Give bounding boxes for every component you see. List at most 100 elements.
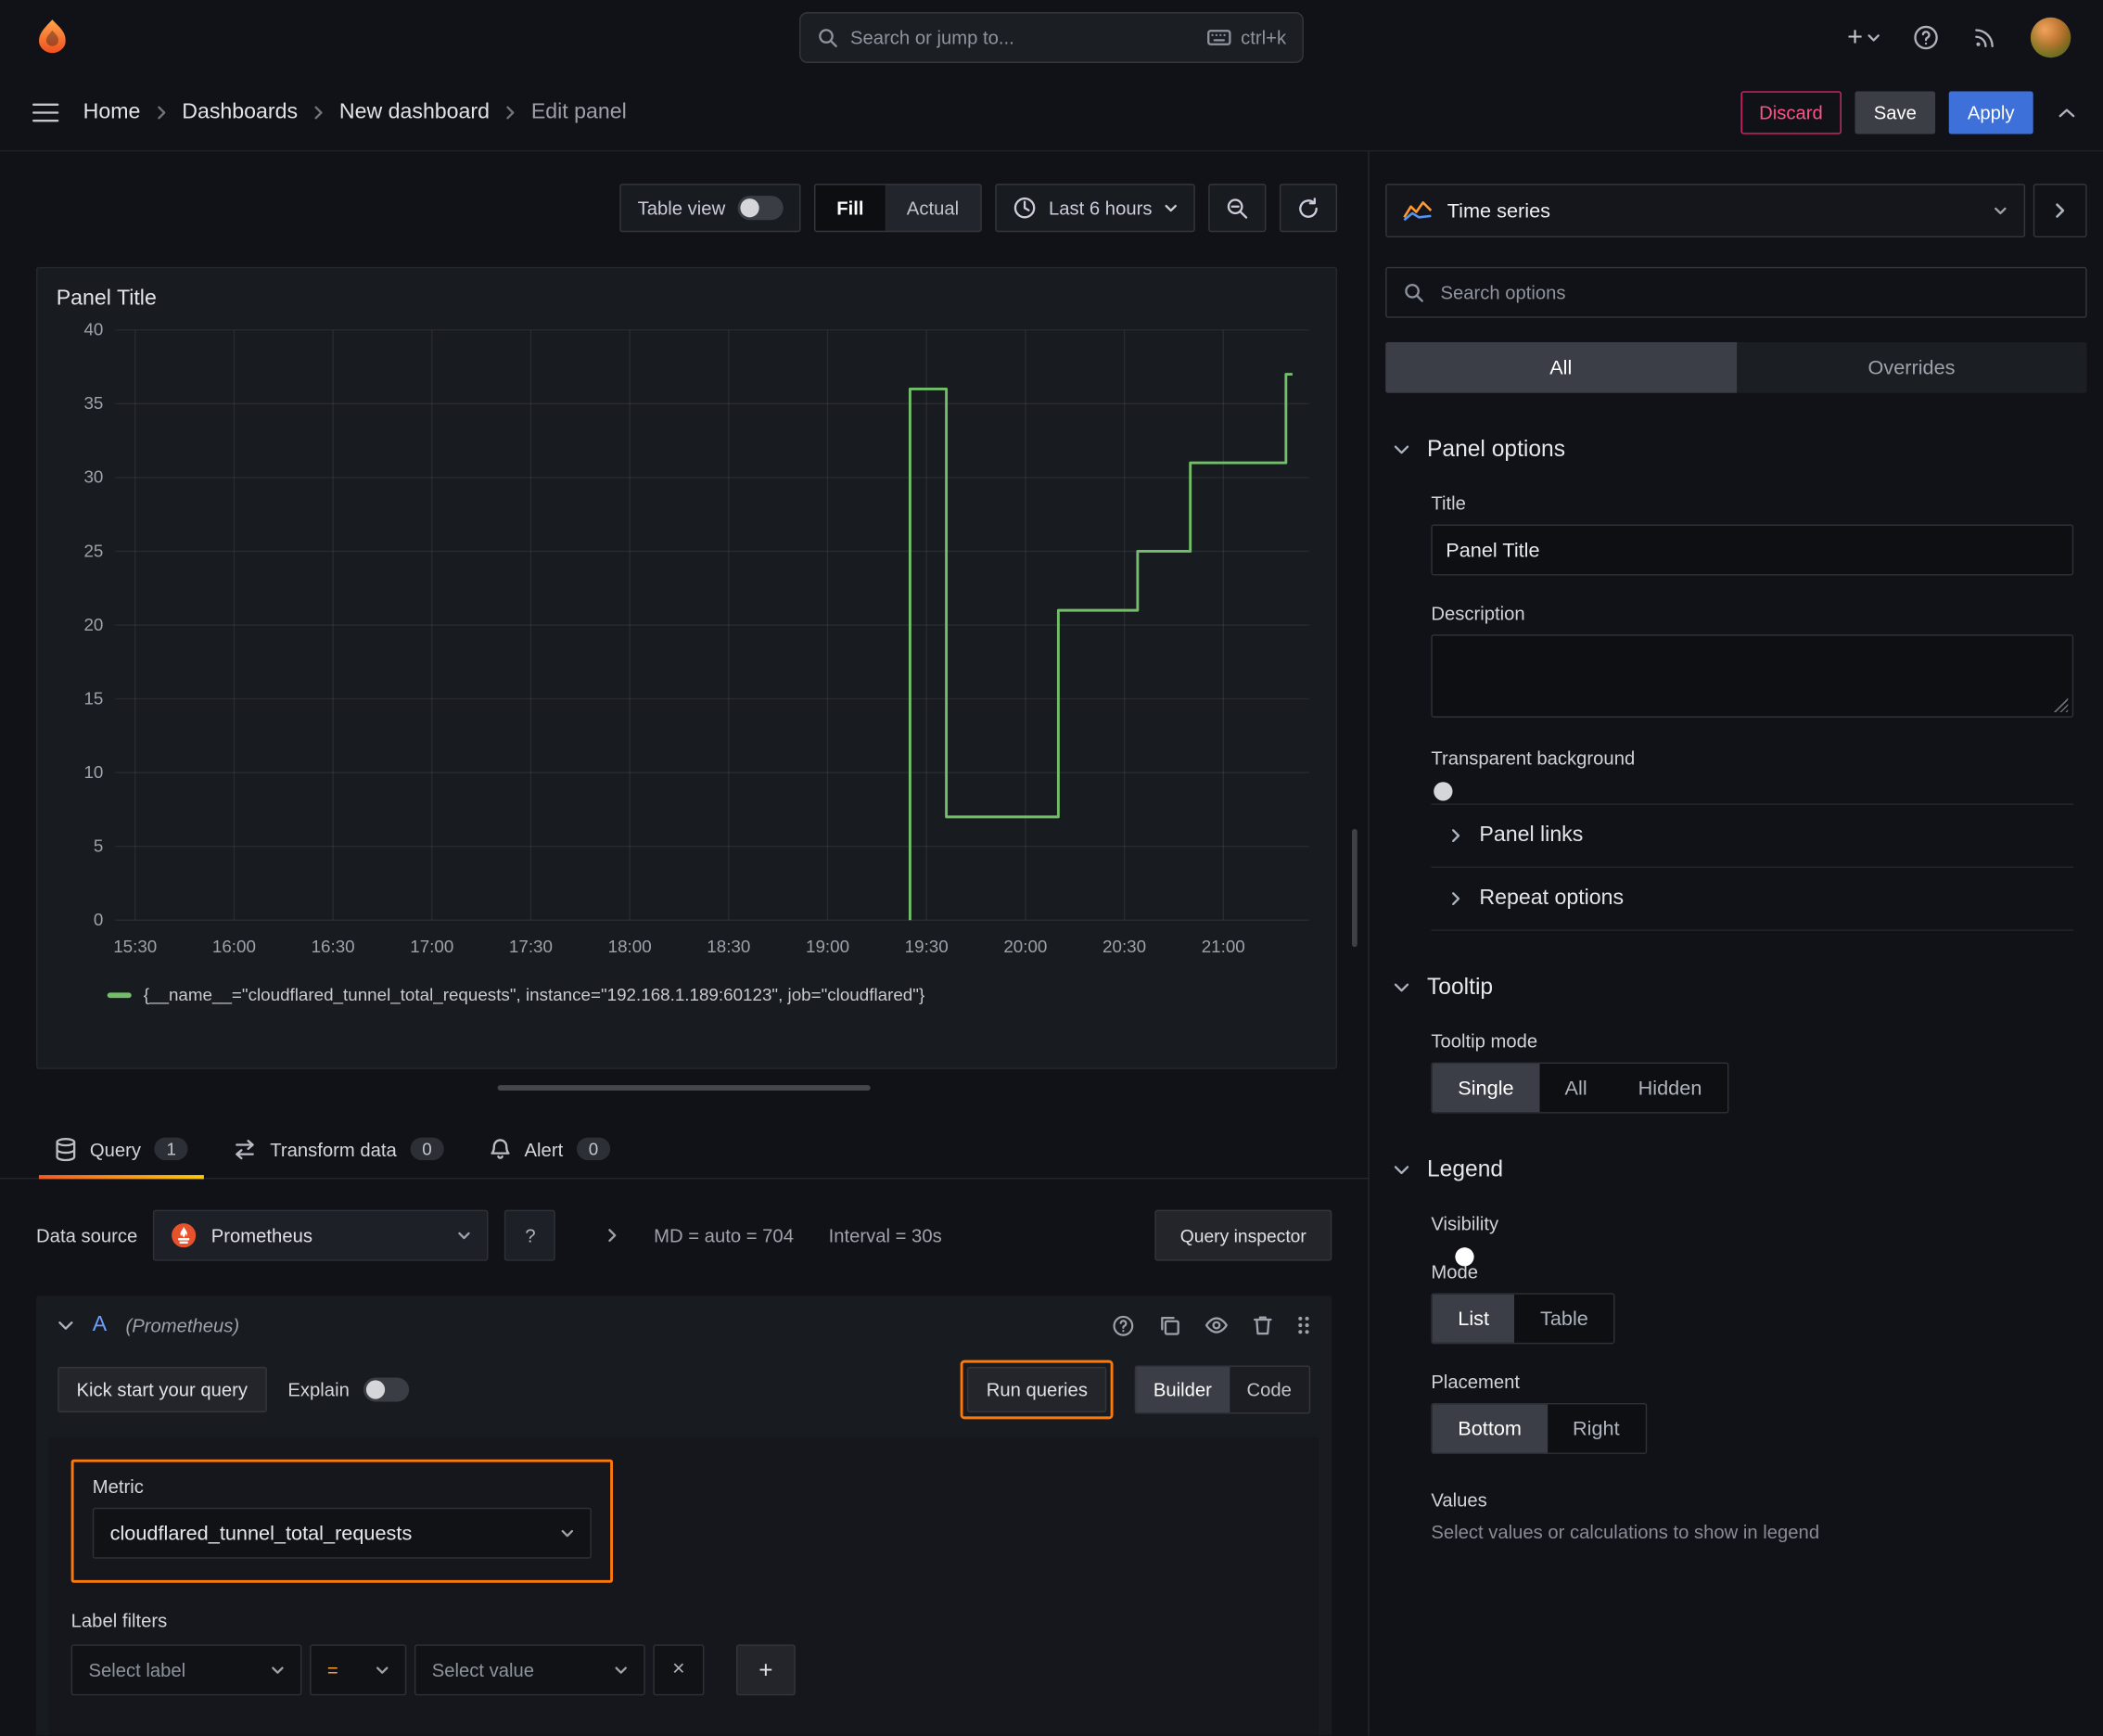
menu-icon[interactable]: [27, 96, 65, 129]
plus-icon: +: [1847, 22, 1864, 53]
description-textarea[interactable]: [1431, 634, 2074, 718]
toggle-visibility-icon[interactable]: [1204, 1316, 1229, 1334]
panel-links-row[interactable]: Panel links: [1431, 803, 2074, 866]
help-button[interactable]: [1913, 24, 1940, 51]
search-icon: [817, 27, 838, 48]
breadcrumb-new-dashboard[interactable]: New dashboard: [339, 100, 490, 124]
operator-value: =: [326, 1659, 338, 1681]
chevron-up-icon[interactable]: [2058, 107, 2076, 119]
explain-toggle[interactable]: [363, 1377, 409, 1402]
select-value-dropdown[interactable]: Select value: [414, 1644, 645, 1696]
user-avatar[interactable]: [2030, 17, 2071, 58]
keyboard-icon: [1207, 28, 1231, 46]
remove-filter-button[interactable]: ×: [653, 1644, 705, 1696]
question-glyph: ?: [525, 1224, 536, 1246]
query-header: A (Prometheus): [36, 1296, 1332, 1355]
refresh-button[interactable]: [1279, 184, 1338, 233]
run-queries-button[interactable]: Run queries: [967, 1366, 1107, 1413]
tab-alert-count: 0: [576, 1137, 611, 1161]
legend-mode-list[interactable]: List: [1432, 1294, 1515, 1343]
svg-text:25: 25: [83, 541, 103, 560]
add-menu-button[interactable]: +: [1847, 24, 1880, 51]
svg-text:20: 20: [83, 615, 103, 634]
code-option[interactable]: Code: [1230, 1367, 1309, 1412]
pane-resize-handle[interactable]: [497, 1085, 871, 1091]
delete-query-icon[interactable]: [1253, 1315, 1273, 1336]
chevron-down-icon: [1394, 1164, 1409, 1176]
datasource-picker[interactable]: Prometheus: [153, 1209, 490, 1261]
description-wrap: [1431, 634, 2074, 718]
news-rss-button[interactable]: [1971, 24, 1998, 51]
toggle-viz-suggestions-button[interactable]: [2033, 184, 2087, 238]
datasource-help-button[interactable]: ?: [504, 1209, 556, 1261]
panel-links-label: Panel links: [1479, 823, 1584, 847]
breadcrumb-home[interactable]: Home: [83, 100, 141, 124]
select-label-dropdown[interactable]: Select label: [70, 1644, 302, 1696]
options-search[interactable]: [1385, 266, 2087, 318]
actual-option[interactable]: Actual: [886, 185, 981, 231]
query-inspector-button[interactable]: Query inspector: [1154, 1209, 1332, 1261]
caret-down-icon: [614, 1665, 627, 1676]
tab-transform[interactable]: Transform data 0: [215, 1120, 463, 1178]
topbar-actions: +: [1847, 17, 2071, 58]
tooltip-header[interactable]: Tooltip: [1385, 974, 2086, 1001]
options-search-input[interactable]: [1437, 280, 2070, 305]
metric-select[interactable]: cloudflared_tunnel_total_requests: [92, 1507, 592, 1559]
time-series-chart[interactable]: 0 5 10 15 20 25 30 35 40 15:30 16:00 16:30 17:00 17:3…: [48, 312, 1325, 982]
kick-start-button[interactable]: Kick start your query: [57, 1366, 267, 1413]
tab-query[interactable]: Query 1: [36, 1120, 207, 1180]
discard-button[interactable]: Discard: [1740, 91, 1842, 134]
panel-options-header[interactable]: Panel options: [1385, 436, 2086, 463]
options-filter-tabs: All Overrides: [1385, 341, 2087, 393]
save-button[interactable]: Save: [1854, 91, 1936, 134]
tooltip-section: Tooltip Tooltip mode Single All Hidden: [1385, 974, 2086, 1114]
tab-all[interactable]: All: [1385, 341, 1737, 393]
builder-code-segmented: Builder Code: [1134, 1365, 1311, 1414]
grafana-logo[interactable]: [32, 18, 72, 57]
tab-alert-label: Alert: [524, 1138, 564, 1160]
scrollbar-thumb[interactable]: [1352, 828, 1357, 948]
collapse-query-icon[interactable]: [57, 1320, 73, 1332]
tab-query-label: Query: [89, 1138, 142, 1160]
tab-overrides[interactable]: Overrides: [1736, 342, 2086, 393]
placement-bottom[interactable]: Bottom: [1432, 1404, 1548, 1453]
chart-legend[interactable]: {__name__="cloudflared_tunnel_total_requ…: [48, 982, 1325, 1004]
fill-option[interactable]: Fill: [815, 185, 886, 231]
zoom-out-button[interactable]: [1208, 184, 1267, 233]
legend-header[interactable]: Legend: [1385, 1156, 2086, 1183]
legend-placement-group: Bottom Right: [1431, 1402, 1647, 1454]
search-icon: [1403, 282, 1424, 303]
help-circle-icon[interactable]: [1112, 1314, 1135, 1337]
caret-down-icon: [1867, 32, 1880, 44]
drag-handle-icon[interactable]: [1297, 1315, 1310, 1336]
panel-title-input[interactable]: [1431, 524, 2074, 576]
options-chevron-icon[interactable]: [606, 1227, 618, 1243]
operator-dropdown[interactable]: =: [310, 1644, 407, 1696]
query-ref-id[interactable]: A: [93, 1313, 107, 1337]
time-range-picker[interactable]: Last 6 hours: [995, 184, 1195, 233]
visualization-picker[interactable]: Time series: [1385, 184, 2026, 238]
legend-mode-table[interactable]: Table: [1515, 1295, 1614, 1343]
tab-alert[interactable]: Alert 0: [471, 1120, 630, 1178]
builder-option[interactable]: Builder: [1136, 1366, 1230, 1413]
repeat-options-row[interactable]: Repeat options: [1431, 866, 2074, 931]
table-view-control[interactable]: Table view: [619, 184, 801, 233]
caret-down-icon: [458, 1230, 471, 1241]
table-view-toggle[interactable]: [737, 196, 784, 221]
bell-icon: [490, 1138, 511, 1161]
legend-series-marker: [107, 991, 132, 998]
tooltip-mode-single[interactable]: Single: [1432, 1064, 1540, 1113]
svg-text:18:00: 18:00: [608, 937, 652, 956]
placement-right[interactable]: Right: [1548, 1404, 1646, 1452]
add-filter-button[interactable]: +: [736, 1644, 796, 1696]
editor-tabs: Query 1 Transform data 0 Alert 0: [0, 1120, 1369, 1180]
table-view-label: Table view: [637, 197, 726, 219]
tooltip-mode-hidden[interactable]: Hidden: [1612, 1064, 1727, 1112]
duplicate-query-icon[interactable]: [1159, 1315, 1180, 1336]
transparent-background-label: Transparent background: [1431, 747, 1636, 769]
apply-button[interactable]: Apply: [1948, 91, 2033, 134]
tooltip-mode-all[interactable]: All: [1539, 1064, 1612, 1112]
svg-text:18:30: 18:30: [707, 937, 750, 956]
global-search-input[interactable]: Search or jump to... ctrl+k: [799, 12, 1304, 63]
breadcrumb-dashboards[interactable]: Dashboards: [182, 100, 298, 124]
